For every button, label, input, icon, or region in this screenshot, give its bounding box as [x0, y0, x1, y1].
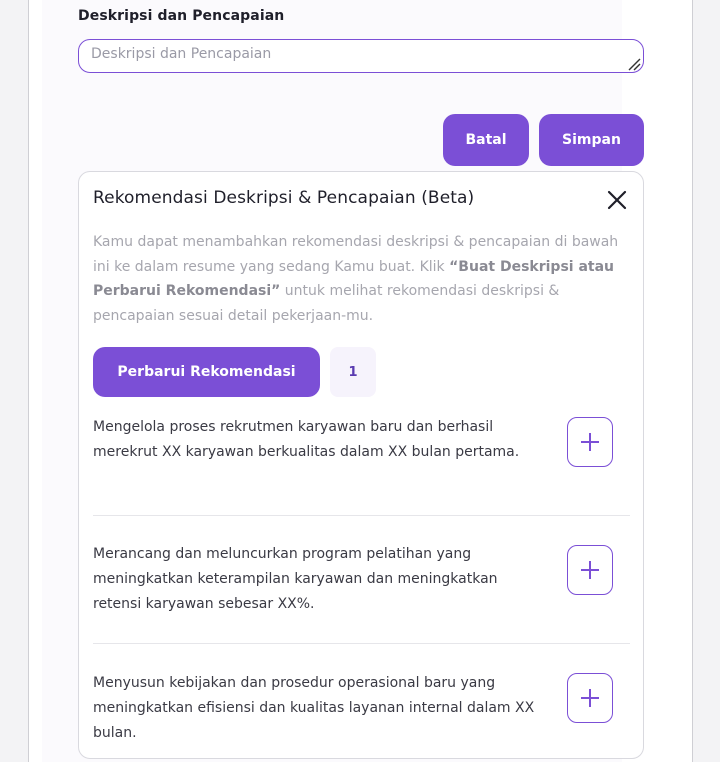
- add-recommendation-button[interactable]: [567, 545, 613, 595]
- close-icon: [607, 190, 627, 210]
- recommendation-intro: Kamu dapat menambahkan rekomendasi deskr…: [93, 230, 633, 328]
- recommendation-item: Menyusun kebijakan dan prosedur operasio…: [93, 671, 630, 751]
- recommendation-item-text: Merancang dan meluncurkan program pelati…: [93, 546, 498, 612]
- recommendation-item-text: Mengelola proses rekrutmen karyawan baru…: [93, 419, 520, 460]
- add-recommendation-button[interactable]: [567, 417, 613, 467]
- recommendation-item: Merancang dan meluncurkan program pelati…: [93, 542, 630, 622]
- recommendation-title: Rekomendasi Deskripsi & Pencapaian (Beta…: [93, 188, 475, 208]
- close-button[interactable]: [603, 186, 631, 214]
- recommendation-item: Mengelola proses rekrutmen karyawan baru…: [93, 415, 630, 495]
- description-input[interactable]: [78, 39, 644, 73]
- recommendation-counter: 1: [330, 347, 376, 397]
- plus-icon: [581, 689, 599, 707]
- resize-grip-icon[interactable]: [627, 57, 641, 71]
- divider: [93, 515, 630, 516]
- recommendation-panel: Rekomendasi Deskripsi & Pencapaian (Beta…: [78, 171, 644, 759]
- plus-icon: [581, 561, 599, 579]
- divider: [93, 643, 630, 644]
- save-button[interactable]: Simpan: [539, 114, 644, 166]
- description-field-label: Deskripsi dan Pencapaian: [78, 8, 285, 24]
- plus-icon: [581, 433, 599, 451]
- refresh-recommendation-button[interactable]: Perbarui Rekomendasi: [93, 347, 320, 397]
- add-recommendation-button[interactable]: [567, 673, 613, 723]
- cancel-button[interactable]: Batal: [443, 114, 529, 166]
- recommendation-item-text: Menyusun kebijakan dan prosedur operasio…: [93, 675, 535, 741]
